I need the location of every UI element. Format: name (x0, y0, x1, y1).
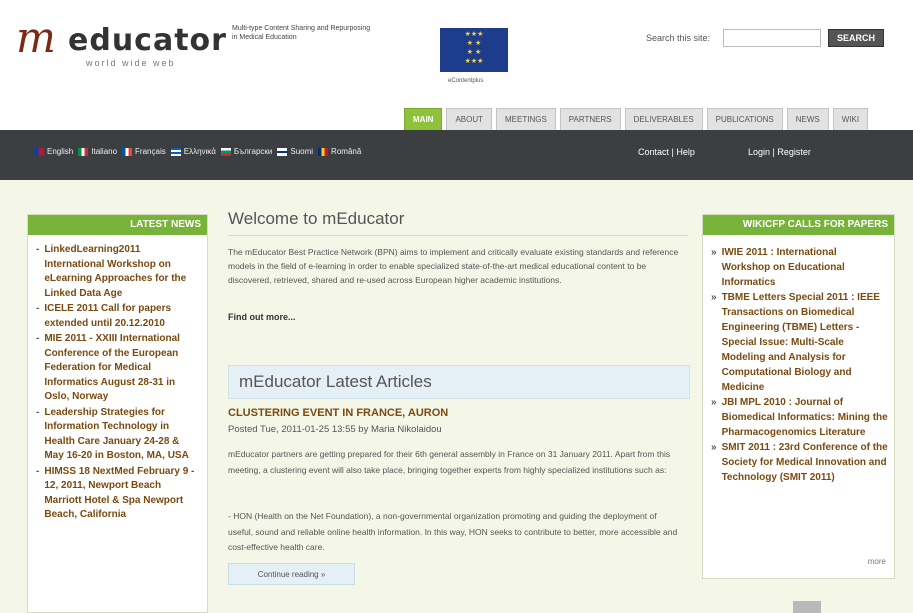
bullet-icon: - (36, 406, 40, 418)
language-link-suomi[interactable]: Suomi (277, 147, 313, 156)
bullet-icon: » (711, 247, 717, 258)
call-link[interactable]: SMIT 2011 : 23rd Conference of the Socie… (722, 440, 888, 485)
call-link[interactable]: JBI MPL 2010 : Journal of Biomedical Inf… (722, 395, 888, 440)
list-item[interactable]: » SMIT 2011 : 23rd Conference of the Soci… (711, 440, 888, 485)
main-content: Welcome to mEducator The mEducator Best … (220, 205, 690, 613)
welcome-paragraph: The mEducator Best Practice Network (BPN… (228, 247, 679, 285)
tab-news[interactable]: NEWS (786, 108, 829, 130)
language-label: Suomi (290, 147, 314, 156)
wikicfp-box: WIKICFP CALLS FOR PAPERS » IWIE 2011 : In… (702, 214, 895, 579)
eu-flag-icon: ★★★ ★ ★ ★ ★ ★★★ (440, 28, 508, 72)
login-register-link[interactable]: Login | Register (748, 147, 811, 157)
romania-flag-icon (318, 147, 329, 156)
meducator-logo[interactable]: m educator world wide web (16, 13, 226, 69)
latest-news-list: - LinkedLearning2011 International Worksh… (28, 235, 207, 523)
news-link[interactable]: MIE 2011 - XXIII International Conferenc… (44, 332, 201, 405)
latest-news-heading: LATEST NEWS (28, 215, 207, 235)
search-label: Search this site: (646, 33, 711, 43)
contact-help-link[interactable]: Contact | Help (638, 147, 695, 157)
more-link[interactable]: more (868, 557, 886, 566)
news-link[interactable]: ICELE 2011 Call for papers extended unti… (44, 302, 201, 331)
bulgaria-flag-icon (220, 147, 231, 156)
wikicfp-heading: WIKICFP CALLS FOR PAPERS (703, 215, 894, 235)
site-header: m educator world wide web Multi-type Con… (0, 0, 913, 130)
uk-flag-icon (34, 147, 44, 156)
list-item[interactable]: - LinkedLearning2011 International Worksh… (36, 243, 201, 301)
language-link-english[interactable]: English (34, 147, 73, 156)
eu-caption: eContentplus (448, 78, 484, 84)
call-link[interactable]: IWIE 2011 : International Workshop on Ed… (722, 245, 888, 290)
tab-publications[interactable]: PUBLICATIONS (706, 108, 783, 130)
finland-flag-icon (277, 147, 288, 156)
language-label: Ελληνικά (183, 147, 216, 156)
language-nav-bar: English Italiano Français Ελληνικά Бълга… (0, 130, 913, 180)
list-item[interactable]: » JBI MPL 2010 : Journal of Biomedical In… (711, 395, 888, 440)
language-link-romana[interactable]: Română (318, 147, 361, 156)
tab-wiki[interactable]: WIKI (832, 108, 869, 130)
list-item[interactable]: - Leadership Strategies for Information T… (36, 406, 201, 464)
france-flag-icon (122, 147, 133, 156)
language-label: Italiano (91, 147, 118, 156)
title-divider (228, 235, 688, 236)
scroll-top-button[interactable] (793, 601, 821, 613)
news-link[interactable]: HIMSS 18 NextMed February 9 - 12, 2011, … (44, 465, 201, 523)
news-link[interactable]: Leadership Strategies for Information Te… (44, 406, 201, 464)
list-item[interactable]: - ICELE 2011 Call for papers extended unt… (36, 302, 201, 331)
main-tabs: MAIN ABOUT MEETINGS PARTNERS DELIVERABLE… (404, 108, 869, 130)
article-paragraph: mEducator partners are getting prepared … (228, 449, 671, 475)
logo-subtitle: world wide web (86, 58, 176, 68)
bullet-icon: » (711, 397, 717, 408)
list-item[interactable]: - MIE 2011 - XXIII International Conferen… (36, 332, 201, 405)
italy-flag-icon (78, 147, 89, 156)
language-link-greek[interactable]: Ελληνικά (170, 147, 216, 156)
article-title-link[interactable]: CLUSTERING EVENT IN FRANCE, AURON (228, 407, 448, 419)
article-paragraph: - HON (Health on the Net Foundation), a … (228, 511, 678, 552)
language-link-bulgarian[interactable]: Български (220, 147, 273, 156)
find-out-more-link[interactable]: Find out more... (228, 312, 296, 322)
language-switcher: English Italiano Français Ελληνικά Бълга… (34, 147, 361, 156)
logo-wordmark: educator (68, 23, 227, 58)
call-link[interactable]: TBME Letters Special 2011 : IEEE Transac… (722, 290, 888, 395)
list-item[interactable]: » TBME Letters Special 2011 : IEEE Transa… (711, 290, 888, 395)
continue-reading-button[interactable]: Continue reading » (228, 563, 355, 585)
search-input[interactable] (723, 29, 821, 47)
logo-m-glyph: m (16, 13, 56, 62)
bullet-icon: » (711, 292, 717, 303)
wikicfp-list: » IWIE 2011 : International Workshop on E… (703, 235, 894, 485)
article-meta: Posted Tue, 2011-01-25 13:55 by Maria Ni… (228, 424, 442, 435)
bullet-icon: » (711, 442, 717, 453)
list-item[interactable]: » IWIE 2011 : International Workshop on E… (711, 245, 888, 290)
language-link-italiano[interactable]: Italiano (78, 147, 117, 156)
bullet-icon: - (36, 244, 40, 255)
page-title: Welcome to mEducator (228, 209, 405, 228)
greece-flag-icon (170, 147, 181, 156)
language-link-francais[interactable]: Français (122, 147, 166, 156)
latest-news-box: LATEST NEWS - LinkedLearning2011 Internat… (27, 214, 208, 613)
latest-articles-header: mEducator Latest Articles (228, 365, 690, 399)
latest-articles-title: mEducator Latest Articles (239, 372, 432, 391)
tab-deliverables[interactable]: DELIVERABLES (624, 108, 703, 130)
bullet-icon: - (36, 303, 40, 314)
tab-about[interactable]: ABOUT (446, 108, 493, 130)
news-link[interactable]: LinkedLearning2011 International Worksho… (44, 243, 201, 301)
language-label: Română (331, 147, 362, 156)
tab-meetings[interactable]: MEETINGS (496, 108, 556, 130)
bullet-icon: - (36, 465, 40, 477)
tab-partners[interactable]: PARTNERS (559, 108, 621, 130)
tab-main[interactable]: MAIN (404, 108, 443, 130)
site-tagline: Multi-type Content Sharing and Repurposi… (232, 25, 371, 41)
list-item[interactable]: - HIMSS 18 NextMed February 9 - 12, 2011,… (36, 465, 201, 523)
search-button[interactable]: SEARCH (828, 29, 884, 47)
bullet-icon: - (36, 333, 40, 344)
language-label: English (47, 147, 74, 156)
language-label: Français (135, 147, 166, 156)
language-label: Български (233, 147, 273, 156)
